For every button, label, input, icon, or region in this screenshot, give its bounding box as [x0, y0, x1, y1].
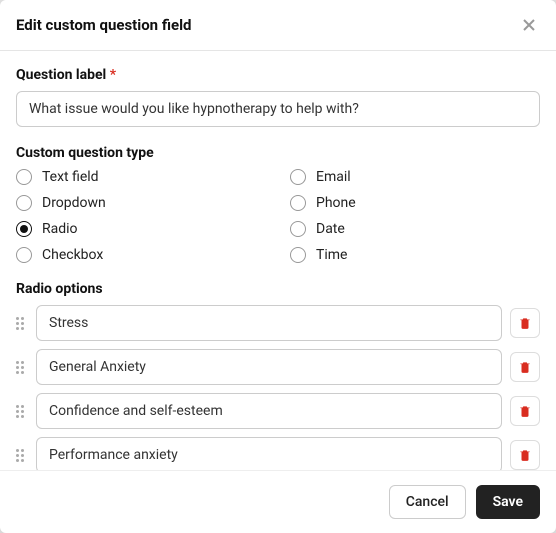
modal-footer: Cancel Save	[0, 470, 556, 533]
type-option[interactable]: Checkbox	[16, 247, 266, 263]
type-option[interactable]: Date	[290, 221, 540, 237]
radio-options-list: +	[16, 305, 540, 470]
question-label-input[interactable]	[16, 91, 540, 127]
radio-option-row	[16, 305, 540, 341]
trash-icon	[518, 404, 532, 418]
type-option[interactable]: Radio	[16, 221, 266, 237]
radio-dot-icon	[20, 225, 28, 233]
save-button[interactable]: Save	[476, 485, 540, 519]
question-label-text: Question label	[16, 67, 106, 83]
radio-option-row	[16, 393, 540, 429]
question-type-label: Custom question type	[16, 145, 540, 161]
type-option-label: Radio	[42, 221, 78, 237]
radio-icon	[16, 195, 32, 211]
radio-icon	[290, 195, 306, 211]
trash-icon	[518, 360, 532, 374]
type-option-label: Date	[316, 221, 345, 237]
modal-header: Edit custom question field	[0, 0, 556, 51]
question-type-group: Custom question type Text field Email Drop…	[16, 145, 540, 263]
type-option-label: Checkbox	[42, 247, 103, 263]
radio-icon	[290, 169, 306, 185]
radio-option-row	[16, 349, 540, 385]
type-option[interactable]: Text field	[16, 169, 266, 185]
type-option[interactable]: Email	[290, 169, 540, 185]
radio-option-input[interactable]	[36, 305, 502, 341]
modal: Edit custom question field Question labe…	[0, 0, 556, 533]
type-option-label: Phone	[316, 195, 356, 211]
question-type-grid: Text field Email Dropdown Phone Radio Date Che…	[16, 169, 540, 263]
trash-icon	[518, 448, 532, 462]
modal-body[interactable]: Question label * Custom question type Te…	[0, 51, 556, 470]
required-mark: *	[110, 67, 116, 83]
type-option-label: Dropdown	[42, 195, 106, 211]
question-label-group: Question label *	[16, 67, 540, 127]
delete-option-button[interactable]	[510, 440, 540, 470]
delete-option-button[interactable]	[510, 352, 540, 382]
modal-title: Edit custom question field	[16, 16, 191, 34]
question-label-label: Question label *	[16, 67, 540, 83]
close-icon	[522, 18, 536, 32]
radio-option-input[interactable]	[36, 437, 502, 470]
type-option[interactable]: Time	[290, 247, 540, 263]
radio-options-label: Radio options	[16, 281, 540, 297]
type-option-label: Text field	[42, 169, 99, 185]
type-option-label: Email	[316, 169, 351, 185]
drag-handle-icon[interactable]	[16, 449, 28, 462]
trash-icon	[518, 316, 532, 330]
drag-handle-icon[interactable]	[16, 405, 28, 418]
delete-option-button[interactable]	[510, 396, 540, 426]
type-option[interactable]: Phone	[290, 195, 540, 211]
type-option-label: Time	[316, 247, 347, 263]
radio-icon	[290, 221, 306, 237]
radio-icon	[290, 247, 306, 263]
drag-handle-icon[interactable]	[16, 317, 28, 330]
radio-option-input[interactable]	[36, 393, 502, 429]
delete-option-button[interactable]	[510, 308, 540, 338]
radio-icon	[16, 221, 32, 237]
radio-option-row	[16, 437, 540, 470]
radio-option-input[interactable]	[36, 349, 502, 385]
radio-icon	[16, 169, 32, 185]
drag-handle-icon[interactable]	[16, 361, 28, 374]
type-option[interactable]: Dropdown	[16, 195, 266, 211]
close-button[interactable]	[518, 14, 540, 36]
radio-options-group: Radio options +	[16, 281, 540, 470]
cancel-button[interactable]: Cancel	[389, 485, 466, 519]
radio-icon	[16, 247, 32, 263]
